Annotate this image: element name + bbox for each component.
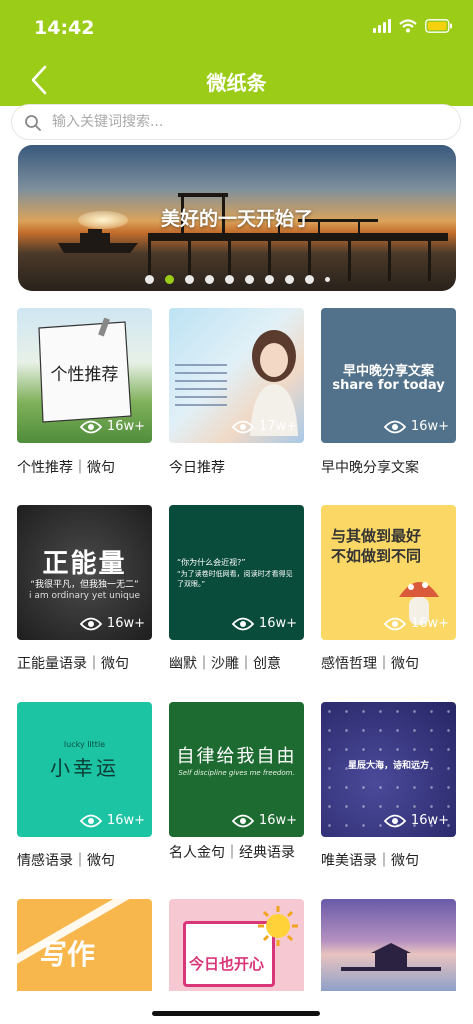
category-card[interactable]: 与其做到最好 不如做到不同 16w+	[321, 505, 456, 640]
wifi-icon	[399, 19, 417, 33]
carousel-dot[interactable]	[144, 275, 154, 284]
card-title[interactable]: 今日推荐	[169, 459, 309, 478]
search-icon	[25, 115, 41, 131]
category-card[interactable]: 自律给我自由 Self discipline gives me freedom.…	[169, 702, 304, 837]
eye-icon	[231, 814, 254, 827]
card-art-line: 自律给我自由	[176, 746, 297, 767]
card-art-text: 写作	[39, 938, 96, 971]
gazebo-illustration	[341, 943, 441, 971]
banner-caption: 美好的一天开始了	[160, 208, 313, 230]
card-title[interactable]: 早中晚分享文案	[321, 459, 461, 478]
category-card[interactable]: “你为什么会近视?” “为了读卷时低网看，阅读时才看得见了双眼。” 16w+	[169, 505, 304, 640]
eye-icon	[383, 814, 406, 827]
view-count-text: 16w+	[410, 616, 449, 631]
carousel-dot[interactable]	[264, 275, 274, 284]
view-count: 16w+	[231, 813, 297, 828]
card-art-text: 今日也开心	[189, 955, 265, 973]
card-art-line: “为了读卷时低网看，阅读时才看得见了双眼。”	[177, 570, 293, 588]
view-count: 16w+	[231, 616, 297, 631]
eye-icon	[79, 814, 102, 827]
battery-icon	[425, 19, 453, 33]
view-count-text: 16w+	[106, 419, 145, 434]
category-card[interactable]: 星辰大海，诗和远方 16w+	[321, 702, 456, 837]
carousel-dot[interactable]	[284, 275, 294, 284]
card-art-line: 不如做到不同	[331, 547, 422, 565]
card-title[interactable]: 幽默｜沙雕｜创意	[169, 655, 309, 674]
category-card[interactable]	[321, 899, 456, 991]
card-art-line: 正能量	[42, 549, 127, 579]
category-card[interactable]: lucky little 小幸运 16w+	[17, 702, 152, 837]
card-title[interactable]: 情感语录｜微句	[17, 852, 157, 871]
status-time: 14:42	[34, 17, 95, 39]
card-art-line: 星辰大海，诗和远方	[347, 761, 429, 771]
eye-icon	[231, 617, 254, 630]
poem-lines	[175, 364, 227, 408]
card-art-line: “我很平凡，但我独一无二”	[30, 580, 139, 590]
signal-icon	[373, 19, 391, 33]
carousel-dot-active[interactable]	[164, 275, 174, 284]
card-title[interactable]: 个性推荐｜微句	[17, 459, 157, 478]
status-icons	[373, 19, 453, 33]
view-count-text: 16w+	[410, 419, 449, 434]
view-count: 16w+	[383, 616, 449, 631]
home-indicator[interactable]	[152, 1011, 320, 1016]
card-art-line: “你为什么会近视?”	[177, 558, 246, 567]
view-count: 16w+	[79, 616, 145, 631]
view-count-text: 16w+	[106, 616, 145, 631]
view-count: 17w+	[231, 419, 297, 434]
category-card[interactable]: 早中晚分享文案 share for today 16w+	[321, 308, 456, 443]
card-art-line: i am ordinary yet unique	[29, 591, 140, 601]
search-input[interactable]	[52, 109, 442, 135]
carousel-dot[interactable]	[224, 275, 234, 284]
carousel-dot[interactable]	[244, 275, 254, 284]
category-card[interactable]: 正能量 “我很平凡，但我独一无二” i am ordinary yet uniq…	[17, 505, 152, 640]
card-art-line: lucky little	[63, 740, 106, 749]
card-art-line: 小幸运	[50, 756, 119, 780]
card-art-line: Self discipline gives me freedom.	[178, 769, 295, 777]
card-title[interactable]: 名人金句｜经典语录	[169, 844, 299, 863]
boat-illustration	[58, 229, 138, 253]
header-bar: 14:42 微纸条	[0, 0, 473, 106]
card-title[interactable]: 正能量语录｜微句	[17, 655, 157, 674]
category-card[interactable]: 个性推荐 16w+	[17, 308, 152, 443]
category-card[interactable]: 写作	[17, 899, 152, 991]
card-art-line: 与其做到最好	[331, 527, 422, 545]
eye-icon	[383, 420, 406, 433]
sun-icon	[258, 906, 298, 946]
eye-icon	[79, 617, 102, 630]
view-count-text: 16w+	[258, 616, 297, 631]
view-count: 16w+	[383, 419, 449, 434]
card-title[interactable]: 感悟哲理｜微句	[321, 655, 461, 674]
page-title: 微纸条	[206, 71, 267, 95]
carousel-dot[interactable]	[304, 275, 314, 284]
card-art-line: 早中晚分享文案	[342, 364, 434, 379]
search-bar[interactable]	[11, 104, 461, 140]
card-art-line: share for today	[332, 378, 445, 393]
view-count-text: 16w+	[410, 813, 449, 828]
carousel-dot[interactable]	[204, 275, 214, 284]
eye-icon	[383, 617, 406, 630]
carousel-dot[interactable]	[324, 277, 330, 282]
view-count-text: 17w+	[258, 419, 297, 434]
category-card[interactable]: 今日也开心	[169, 899, 304, 991]
view-count: 16w+	[383, 813, 449, 828]
eye-icon	[231, 420, 254, 433]
eye-icon	[79, 420, 102, 433]
carousel-dots	[18, 275, 456, 284]
view-count-text: 16w+	[106, 813, 145, 828]
banner-carousel[interactable]: 美好的一天开始了	[18, 145, 456, 291]
card-title[interactable]: 唯美语录｜微句	[321, 852, 461, 871]
category-card[interactable]: 17w+	[169, 308, 304, 443]
view-count: 16w+	[79, 813, 145, 828]
carousel-dot[interactable]	[184, 275, 194, 284]
view-count: 16w+	[79, 419, 145, 434]
view-count-text: 16w+	[258, 813, 297, 828]
card-art-text: 个性推荐	[50, 365, 119, 385]
